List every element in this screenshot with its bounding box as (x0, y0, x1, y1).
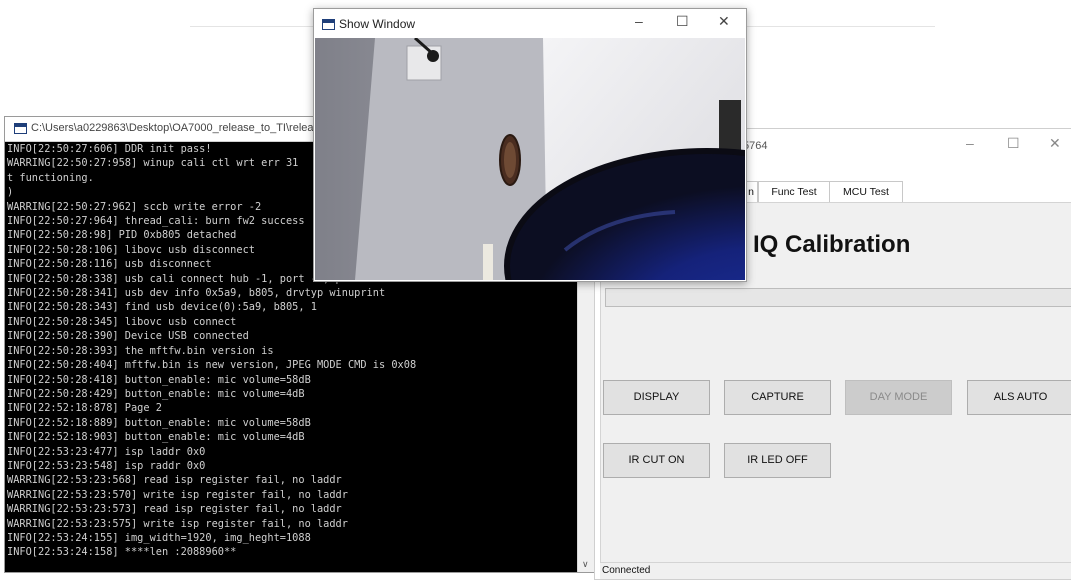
console-line: INFO[22:50:28:341] usb dev info 0x5a9, b… (7, 287, 386, 300)
console-line: INFO[22:52:18:878] Page 2 (7, 402, 162, 415)
console-line: INFO[22:50:28:429] button_enable: mic vo… (7, 387, 305, 400)
camera-preview-image (315, 38, 745, 280)
scroll-down-arrow-icon[interactable]: ∨ (582, 559, 589, 570)
console-line: INFO[22:50:28:343] find usb device(0):5a… (7, 301, 317, 314)
console-line: INFO[22:50:28:393] the mftfw.bin version… (7, 344, 274, 357)
day-mode-button[interactable]: DAY MODE (845, 380, 952, 415)
console-title: C:\Users\a0229863\Desktop\OA7000_release… (31, 122, 329, 134)
console-line: INFO[22:53:24:158] ****len :2088960** (7, 546, 237, 559)
console-line: INFO[22:53:23:548] isp raddr 0x0 (7, 459, 206, 472)
progress-bar (605, 288, 1071, 307)
console-line: INFO[22:52:18:889] button_enable: mic vo… (7, 416, 311, 429)
maximize-icon[interactable]: ☐ (1007, 135, 1020, 152)
maximize-icon[interactable]: ☐ (676, 13, 689, 30)
show-window-app-icon (322, 19, 335, 30)
console-line: WARRING[22:53:23:570] write isp register… (7, 488, 348, 501)
console-line: INFO[22:50:28:390] Device USB connected (7, 330, 249, 343)
console-line: INFO[22:50:28:404] mftfw.bin is new vers… (7, 359, 417, 372)
console-line: INFO[22:52:18:903] button_enable: mic vo… (7, 431, 305, 444)
console-line: INFO[22:53:24:155] img_width=1920, img_h… (7, 531, 311, 544)
show-window-title: Show Window (339, 17, 416, 31)
ir-led-off-button[interactable]: IR LED OFF (724, 443, 831, 478)
camera-preview-graphic (315, 38, 745, 280)
console-line: INFO[22:50:28:345] libovc usb connect (7, 315, 237, 328)
close-icon[interactable]: ✕ (1049, 135, 1061, 152)
console-line: INFO[22:53:23:477] isp laddr 0x0 (7, 445, 206, 458)
console-line: INFO[22:50:28:418] button_enable: mic vo… (7, 373, 311, 386)
close-icon[interactable]: ✕ (718, 13, 730, 30)
capture-button[interactable]: CAPTURE (724, 380, 831, 415)
console-line: WARRING[22:53:23:568] read isp register … (7, 474, 342, 487)
show-window: Show Window – ☐ ✕ (313, 8, 747, 282)
tab-mcu-test[interactable]: MCU Test (829, 181, 903, 203)
tab-func-test[interactable]: Func Test (758, 181, 830, 203)
console-line: WARRING[22:53:23:573] read isp register … (7, 503, 342, 516)
show-window-titlebar[interactable]: Show Window – ☐ ✕ (314, 9, 746, 38)
minimize-icon[interactable]: – (635, 13, 643, 29)
page-title: IQ Calibration (753, 231, 911, 258)
console-line: WARRING[22:53:23:575] write isp register… (7, 517, 348, 530)
als-auto-button[interactable]: ALS AUTO (967, 380, 1071, 415)
minimize-icon[interactable]: – (966, 135, 974, 151)
ir-cut-on-button[interactable]: IR CUT ON (603, 443, 710, 478)
console-app-icon (14, 123, 27, 134)
display-button[interactable]: DISPLAY (603, 380, 710, 415)
